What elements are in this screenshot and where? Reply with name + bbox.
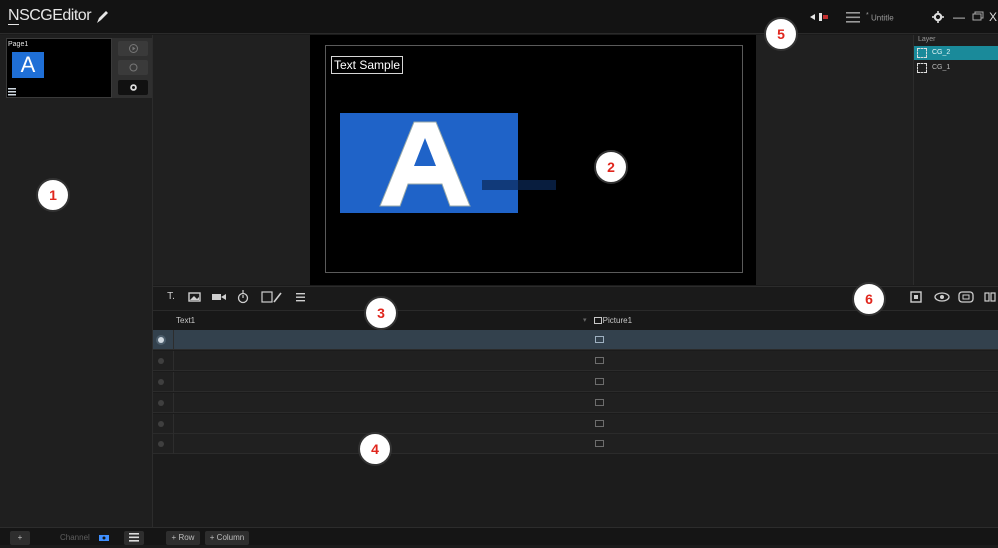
minimize-button[interactable]: — xyxy=(951,10,967,24)
layer-item-label: CG_1 xyxy=(932,64,951,71)
table-row[interactable] xyxy=(153,434,998,454)
row-indicator[interactable] xyxy=(158,358,164,364)
restore-button[interactable] xyxy=(970,10,986,24)
annotation-callout-3: 3 xyxy=(364,296,398,330)
app-title-prefix: N xyxy=(8,7,20,25)
project-name-text: Untitle xyxy=(870,13,894,23)
page-label: Page1 xyxy=(8,41,29,48)
bottom-bar xyxy=(0,527,998,545)
row-indicator[interactable] xyxy=(158,441,164,447)
table-row[interactable] xyxy=(153,372,998,392)
settings-button[interactable] xyxy=(930,10,946,24)
channel-button[interactable] xyxy=(94,531,114,545)
add-row-button[interactable]: + Row xyxy=(166,531,200,545)
column-header-text1[interactable]: Text1 xyxy=(176,316,195,325)
table-row[interactable] xyxy=(153,351,998,371)
gear-icon xyxy=(129,84,137,91)
minimize-icon: — xyxy=(953,10,965,24)
eye-icon[interactable] xyxy=(933,289,951,305)
annotation-callout-4: 4 xyxy=(358,432,392,466)
hidden-layer-bar xyxy=(482,180,556,190)
clock-tool-icon[interactable] xyxy=(235,289,253,305)
video-tool-icon[interactable] xyxy=(210,289,228,305)
text-layer[interactable]: Text Sample xyxy=(331,56,404,74)
divider xyxy=(173,434,174,454)
audio-speaker-icon[interactable] xyxy=(808,11,830,23)
picture-placeholder-icon[interactable] xyxy=(595,399,604,406)
page-thumbnail-letter: A xyxy=(12,52,44,78)
chevron-down-icon[interactable]: ▾ xyxy=(583,316,587,324)
play-icon xyxy=(128,44,138,53)
annotation-callout-6: 6 xyxy=(852,282,886,316)
pencil-icon[interactable] xyxy=(94,9,110,25)
channel-icon xyxy=(99,535,109,541)
menu-icon[interactable] xyxy=(846,12,860,23)
divider xyxy=(173,372,174,392)
list-view-button[interactable] xyxy=(124,531,144,545)
restore-icon xyxy=(972,11,984,21)
layer-item-label: CG_2 xyxy=(932,49,951,56)
divider xyxy=(173,330,174,350)
column-header-picture1-label: Picture1 xyxy=(602,316,633,325)
row-indicator[interactable] xyxy=(158,400,164,406)
layer-item-cg1[interactable]: CG_1 xyxy=(914,61,998,75)
picture-placeholder-icon[interactable] xyxy=(595,378,604,385)
picture-placeholder-icon[interactable] xyxy=(595,336,604,343)
list-tool-icon[interactable] xyxy=(292,289,310,305)
app-title-rest: SCGEditor xyxy=(19,7,92,24)
list-icon xyxy=(129,533,139,542)
picture-placeholder-icon[interactable] xyxy=(595,357,604,364)
project-name: * Untitle xyxy=(866,12,894,23)
list-icon[interactable] xyxy=(8,88,16,96)
annotation-callout-2: 2 xyxy=(594,150,628,184)
row-indicator[interactable] xyxy=(158,337,164,343)
draw-tool-icon[interactable] xyxy=(260,289,284,305)
row-indicator[interactable] xyxy=(158,379,164,385)
page-refresh-button[interactable] xyxy=(118,60,148,75)
unsaved-marker: * xyxy=(866,12,869,19)
frame-icon[interactable] xyxy=(957,289,975,305)
divider xyxy=(173,414,174,434)
picture-placeholder-icon[interactable] xyxy=(595,420,604,427)
picture-placeholder-icon[interactable] xyxy=(595,440,604,447)
app-title: NSCGEditor xyxy=(8,7,92,25)
fit-view-icon[interactable] xyxy=(907,289,925,305)
text-tool-icon[interactable]: T. xyxy=(162,289,180,305)
grid-icon[interactable] xyxy=(983,289,997,305)
column-header-picture1[interactable]: Picture1 xyxy=(596,316,632,325)
channel-label: Channel xyxy=(60,533,90,542)
layer-icon xyxy=(917,48,927,58)
divider xyxy=(173,393,174,413)
layer-item-cg2[interactable]: CG_2 xyxy=(914,46,998,60)
table-row[interactable] xyxy=(153,330,998,350)
refresh-icon xyxy=(129,63,137,72)
table-empty-area xyxy=(153,454,998,527)
pages-panel xyxy=(0,35,153,527)
gear-icon xyxy=(932,11,944,23)
page-play-button[interactable] xyxy=(118,41,148,56)
divider xyxy=(173,351,174,371)
annotation-callout-1: 1 xyxy=(36,178,70,212)
table-row[interactable] xyxy=(153,393,998,413)
close-button[interactable]: X xyxy=(988,10,998,24)
table-row[interactable] xyxy=(153,414,998,434)
page-settings-button[interactable] xyxy=(118,80,148,95)
close-icon: X xyxy=(988,10,997,24)
add-column-button[interactable]: + Column xyxy=(205,531,249,545)
add-page-button[interactable]: + xyxy=(10,531,30,545)
annotation-callout-5: 5 xyxy=(764,17,798,51)
image-tool-icon[interactable] xyxy=(187,289,205,305)
row-indicator[interactable] xyxy=(158,421,164,427)
layer-panel-header: Layer xyxy=(918,36,936,43)
layer-icon xyxy=(917,63,927,73)
letter-a-graphic xyxy=(379,121,471,207)
